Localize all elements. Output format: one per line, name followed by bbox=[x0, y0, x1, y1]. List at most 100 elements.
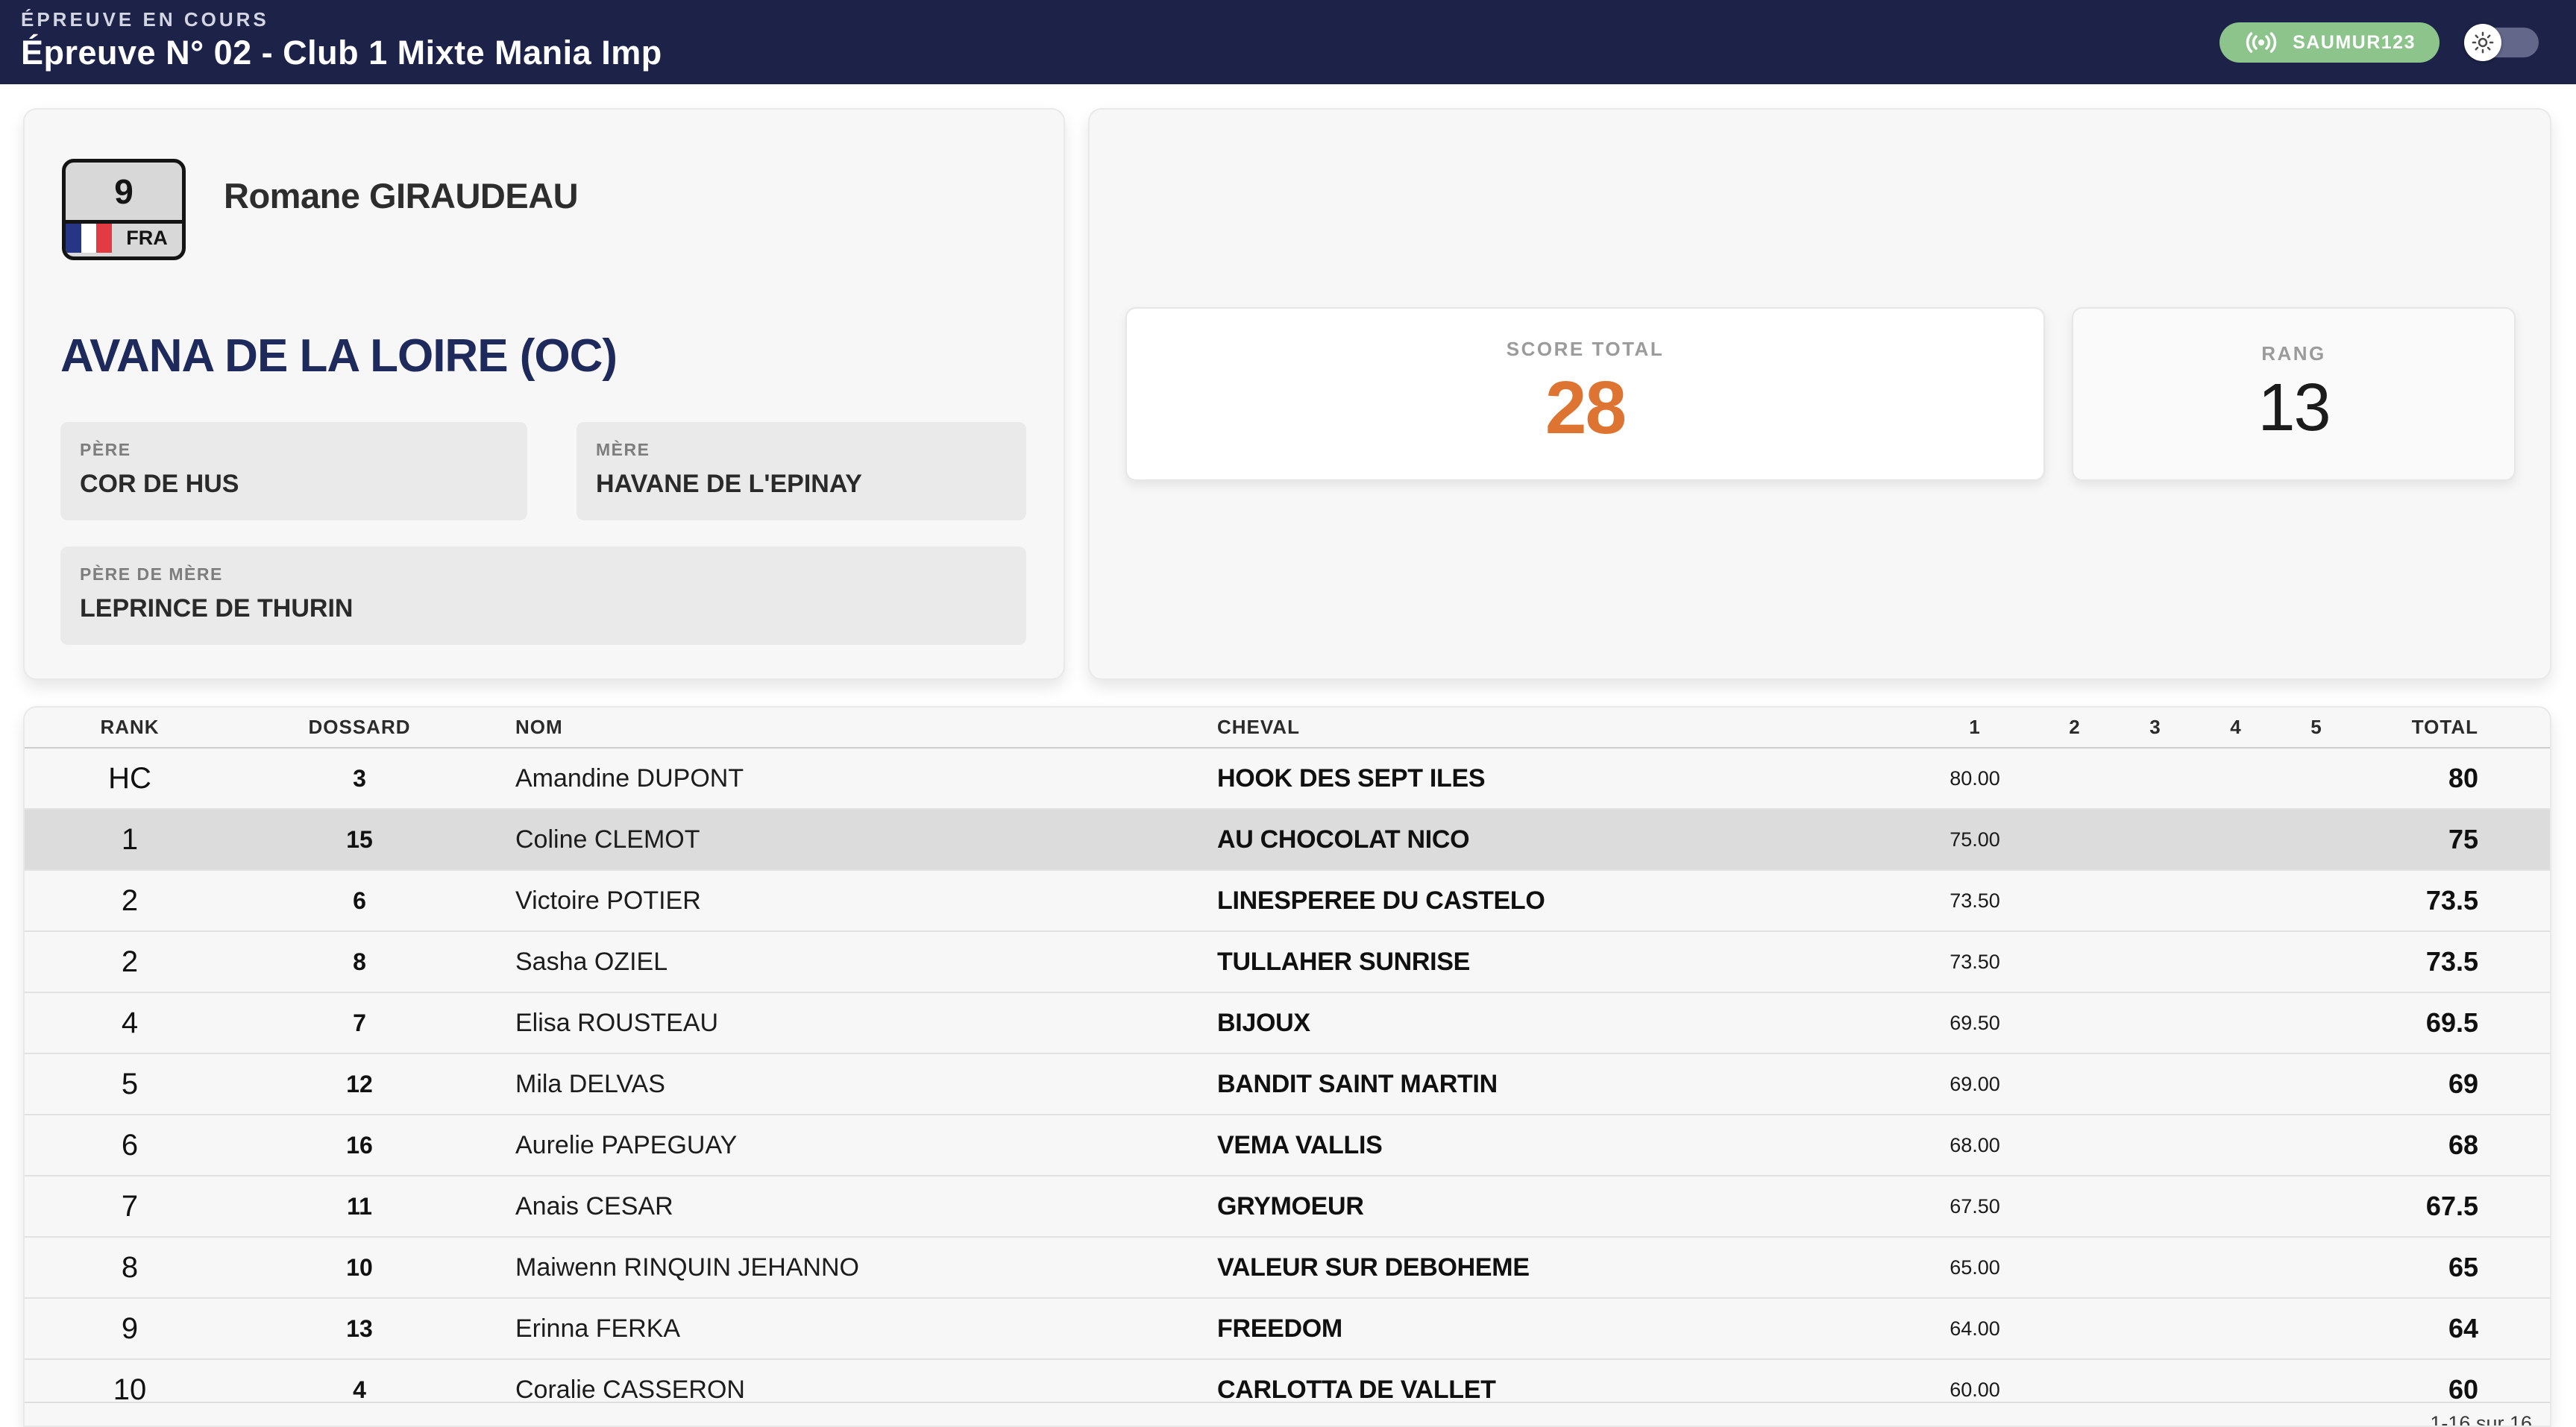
cell-nom: Aurelie PAPEGUAY bbox=[484, 1131, 1217, 1160]
cell-rank: 7 bbox=[25, 1190, 235, 1223]
results-table: RANK DOSSARD NOM CHEVAL 1 2 3 4 5 TOTAL … bbox=[23, 706, 2551, 1427]
cell-total: 73.5 bbox=[2357, 946, 2551, 977]
cell-total: 67.5 bbox=[2357, 1191, 2551, 1222]
cell-cheval: LINESPEREE DU CASTELO bbox=[1217, 886, 1915, 916]
score-total-label: SCORE TOTAL bbox=[1507, 338, 1664, 361]
column-header-score1: 1 bbox=[1915, 716, 2035, 739]
pedigree-damsire-box: PÈRE DE MÈRE LEPRINCE DE THURIN bbox=[60, 546, 1026, 645]
cell-total: 68 bbox=[2357, 1130, 2551, 1161]
cell-score1: 69.50 bbox=[1915, 1012, 2035, 1035]
cell-rank: 5 bbox=[25, 1068, 235, 1101]
pedigree-damsire-value: LEPRINCE DE THURIN bbox=[80, 594, 1007, 623]
column-header-nom: NOM bbox=[484, 716, 1217, 739]
table-row[interactable]: 2 8 Sasha OZIEL TULLAHER SUNRISE 73.50 7… bbox=[25, 932, 2550, 993]
cell-score1: 75.00 bbox=[1915, 828, 2035, 851]
column-header-score3: 3 bbox=[2115, 716, 2196, 739]
pedigree-dam-box: MÈRE HAVANE DE L'EPINAY bbox=[577, 422, 1026, 520]
rider-country: FRA bbox=[112, 224, 182, 253]
table-row[interactable]: 4 7 Elisa ROUSTEAU BIJOUX 69.50 69.5 bbox=[25, 993, 2550, 1054]
cell-cheval: FREEDOM bbox=[1217, 1314, 1915, 1343]
horse-name: AVANA DE LA LOIRE (OC) bbox=[60, 330, 617, 382]
rank-value: 13 bbox=[2258, 370, 2329, 447]
cell-score1: 65.00 bbox=[1915, 1256, 2035, 1279]
cell-nom: Erinna FERKA bbox=[484, 1314, 1217, 1343]
cell-rank: 2 bbox=[25, 884, 235, 918]
cell-rank: HC bbox=[25, 762, 235, 796]
cell-total: 65 bbox=[2357, 1252, 2551, 1283]
france-flag-icon bbox=[66, 224, 112, 253]
cell-nom: Elisa ROUSTEAU bbox=[484, 1009, 1217, 1038]
cell-total: 75 bbox=[2357, 824, 2551, 855]
cell-cheval: BIJOUX bbox=[1217, 1009, 1915, 1038]
broadcast-icon bbox=[2243, 31, 2279, 54]
cell-rank: 2 bbox=[25, 945, 235, 979]
cell-cheval: HOOK DES SEPT ILES bbox=[1217, 764, 1915, 793]
table-row[interactable]: 8 10 Maiwenn RINQUIN JEHANNO VALEUR SUR … bbox=[25, 1238, 2550, 1299]
rank-card: RANG 13 bbox=[2072, 307, 2516, 481]
rider-bib-bottom: FRA bbox=[66, 224, 182, 253]
cell-rank: 8 bbox=[25, 1251, 235, 1285]
cell-score1: 60.00 bbox=[1915, 1379, 2035, 1402]
cell-rank: 1 bbox=[25, 823, 235, 857]
table-row[interactable]: 6 16 Aurelie PAPEGUAY VEMA VALLIS 68.00 … bbox=[25, 1115, 2550, 1176]
table-row[interactable]: 2 6 Victoire POTIER LINESPEREE DU CASTEL… bbox=[25, 871, 2550, 932]
column-header-dossard: DOSSARD bbox=[235, 716, 484, 739]
table-row[interactable]: 7 11 Anais CESAR GRYMOEUR 67.50 67.5 bbox=[25, 1176, 2550, 1238]
cell-dossard: 7 bbox=[235, 1009, 484, 1037]
cell-cheval: VEMA VALLIS bbox=[1217, 1131, 1915, 1160]
pedigree-dam-value: HAVANE DE L'EPINAY bbox=[596, 470, 1007, 499]
sun-icon bbox=[2472, 31, 2494, 54]
pedigree-damsire-label: PÈRE DE MÈRE bbox=[80, 564, 1007, 585]
cell-cheval: AU CHOCOLAT NICO bbox=[1217, 825, 1915, 854]
cell-dossard: 12 bbox=[235, 1071, 484, 1098]
stream-badge-label: SAUMUR123 bbox=[2293, 32, 2416, 54]
pedigree-dam-label: MÈRE bbox=[596, 440, 1007, 460]
cell-total: 60 bbox=[2357, 1374, 2551, 1405]
theme-toggle-knob bbox=[2464, 24, 2501, 61]
cell-score1: 67.50 bbox=[1915, 1195, 2035, 1218]
results-table-header: RANK DOSSARD NOM CHEVAL 1 2 3 4 5 TOTAL bbox=[25, 708, 2550, 749]
column-header-score5: 5 bbox=[2276, 716, 2357, 739]
cell-nom: Amandine DUPONT bbox=[484, 764, 1217, 793]
pedigree-sire-value: COR DE HUS bbox=[80, 470, 508, 499]
cell-total: 69 bbox=[2357, 1068, 2551, 1100]
table-row[interactable]: HC 3 Amandine DUPONT HOOK DES SEPT ILES … bbox=[25, 749, 2550, 810]
cell-score1: 80.00 bbox=[1915, 767, 2035, 790]
cell-dossard: 4 bbox=[235, 1376, 484, 1404]
cell-nom: Coralie CASSERON bbox=[484, 1376, 1217, 1405]
cell-cheval: GRYMOEUR bbox=[1217, 1192, 1915, 1221]
cell-rank: 4 bbox=[25, 1007, 235, 1040]
column-header-total: TOTAL bbox=[2357, 716, 2551, 739]
cell-total: 73.5 bbox=[2357, 885, 2551, 916]
cell-rank: 9 bbox=[25, 1312, 235, 1346]
event-status-label: ÉPREUVE EN COURS bbox=[21, 8, 269, 31]
theme-toggle[interactable] bbox=[2464, 24, 2539, 61]
score-total-card: SCORE TOTAL 28 bbox=[1125, 307, 2045, 481]
cell-nom: Victoire POTIER bbox=[484, 886, 1217, 916]
stream-badge[interactable]: SAUMUR123 bbox=[2220, 22, 2440, 63]
pedigree-sire-label: PÈRE bbox=[80, 440, 508, 460]
rank-label: RANG bbox=[2261, 342, 2326, 365]
column-header-cheval: CHEVAL bbox=[1217, 716, 1915, 739]
cell-score1: 64.00 bbox=[1915, 1317, 2035, 1341]
cell-cheval: BANDIT SAINT MARTIN bbox=[1217, 1070, 1915, 1099]
score-panel: SCORE TOTAL 28 RANG 13 bbox=[1088, 108, 2551, 680]
cell-dossard: 10 bbox=[235, 1254, 484, 1282]
table-row[interactable]: 9 13 Erinna FERKA FREEDOM 64.00 64 bbox=[25, 1299, 2550, 1360]
column-header-score4: 4 bbox=[2196, 716, 2276, 739]
rider-bib-number: 9 bbox=[66, 163, 182, 224]
table-row-selected[interactable]: 1 15 Coline CLEMOT AU CHOCOLAT NICO 75.0… bbox=[25, 810, 2550, 871]
cell-dossard: 8 bbox=[235, 948, 484, 976]
column-header-rank: RANK bbox=[25, 716, 235, 739]
cell-nom: Sasha OZIEL bbox=[484, 948, 1217, 977]
cell-rank: 6 bbox=[25, 1129, 235, 1162]
cell-score1: 73.50 bbox=[1915, 951, 2035, 974]
table-row[interactable]: 5 12 Mila DELVAS BANDIT SAINT MARTIN 69.… bbox=[25, 1054, 2550, 1115]
cell-dossard: 15 bbox=[235, 826, 484, 854]
cell-dossard: 11 bbox=[235, 1193, 484, 1220]
cell-total: 80 bbox=[2357, 763, 2551, 794]
score-total-value: 28 bbox=[1545, 365, 1625, 451]
rider-card: 9 FRA Romane GIRAUDEAU AVANA DE LA LOIRE… bbox=[23, 108, 1065, 680]
cell-cheval: CARLOTTA DE VALLET bbox=[1217, 1376, 1915, 1405]
cell-dossard: 3 bbox=[235, 765, 484, 793]
